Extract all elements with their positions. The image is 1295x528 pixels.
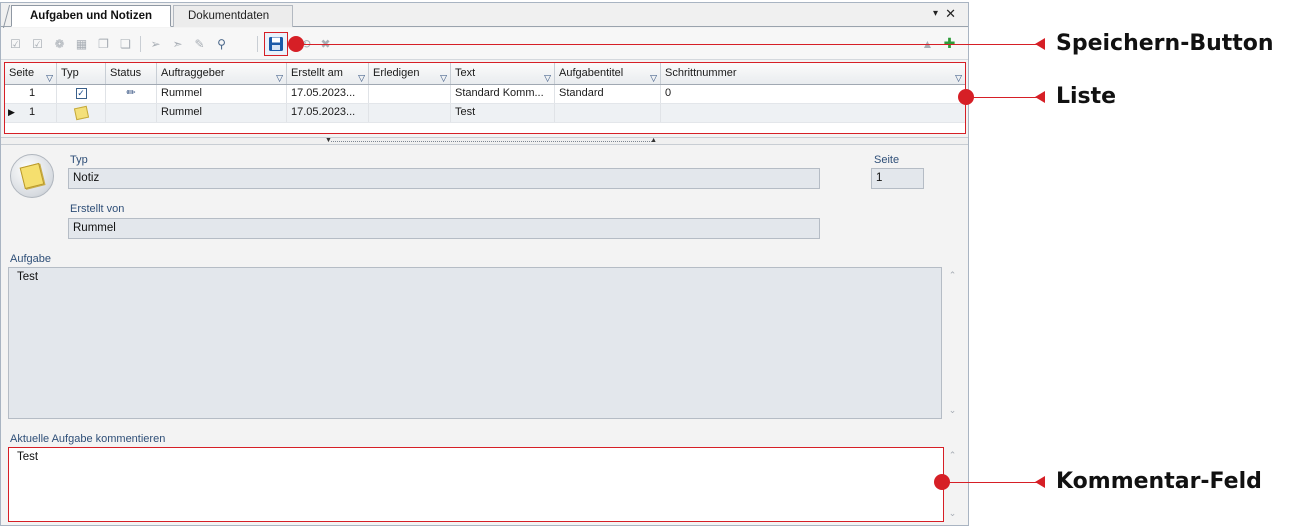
callout-line-speichern — [298, 44, 1042, 45]
aufgabe-label: Aufgabe — [10, 253, 51, 265]
filter-icon[interactable]: ▽ — [544, 68, 551, 84]
column-header-erledigen[interactable]: Erledigen ▽ — [369, 63, 451, 84]
aufgabe-textarea[interactable]: Test — [8, 267, 942, 419]
column-label: Status — [110, 67, 142, 79]
cell-erstellt-am: 17.05.2023... — [287, 104, 369, 122]
column-label: Seite — [9, 67, 35, 79]
task-list: Seite ▽ Typ Status Auftraggeber ▽ Erstellt… — [4, 62, 966, 134]
column-header-aufgabentitel[interactable]: Aufgabentitel ▽ — [555, 63, 661, 84]
cell-status — [106, 104, 157, 122]
column-label: Aufgabentitel — [559, 67, 624, 79]
splitter-grip — [331, 141, 652, 142]
column-header-status[interactable]: Status — [106, 63, 157, 84]
pencil-icon: ✏ — [126, 87, 136, 99]
save-icon — [269, 37, 283, 51]
filter-icon[interactable]: ▽ — [46, 68, 53, 84]
save-button[interactable] — [264, 32, 288, 56]
import-icon[interactable]: ➣ — [169, 35, 186, 52]
task-checkbox-icon: ✓ — [75, 88, 87, 99]
cell-erstellt-am: 17.05.2023... — [287, 85, 369, 103]
column-label: Erledigen — [373, 67, 420, 79]
task-panel-window: Aufgaben und Notizen Dokumentdaten ▾ ✕ ☑… — [0, 2, 969, 526]
typ-field[interactable]: Notiz — [68, 168, 820, 189]
cell-seite: 1 — [5, 85, 57, 103]
cell-status: ✏ — [106, 85, 157, 103]
callout-arrow-kommentar — [1035, 476, 1045, 488]
toolbar-separator — [140, 36, 141, 52]
column-label: Erstellt am — [291, 67, 343, 79]
chevron-down-icon[interactable]: ▾ — [933, 8, 938, 19]
column-label: Typ — [61, 67, 79, 79]
table-row-selected[interactable]: ▶ 1 Rummel 17.05.2023... Test — [5, 104, 965, 123]
toolbar-separator — [257, 36, 258, 52]
filter-icon[interactable]: ▽ — [276, 68, 283, 84]
column-header-typ[interactable]: Typ — [57, 63, 106, 84]
callout-label-kommentar: Kommentar-Feld — [1056, 469, 1262, 494]
export-icon[interactable]: ➢ — [147, 35, 164, 52]
detail-panel: Typ Notiz Seite 1 Erstellt von Rummel Au… — [1, 146, 968, 525]
edit-icon[interactable]: ✎ — [191, 35, 208, 52]
arrow-up-icon[interactable]: ▲ — [650, 137, 657, 144]
note-type-icon — [10, 154, 54, 198]
kommentar-textarea[interactable]: Test — [8, 447, 944, 522]
preview-icon[interactable]: ⚲ — [213, 35, 230, 52]
scroll-down-icon[interactable]: ⌄ — [949, 508, 957, 519]
date-icon[interactable]: ▦ — [73, 35, 90, 52]
tab-dokumentdaten[interactable]: Dokumentdaten — [173, 5, 293, 27]
cell-auftraggeber: Rummel — [157, 104, 287, 122]
callout-line-kommentar — [946, 482, 1042, 483]
aufgabe-scrollbar[interactable]: ⌃ ⌄ — [944, 267, 961, 419]
tab-aufgaben-und-notizen[interactable]: Aufgaben und Notizen — [11, 5, 171, 27]
filter-icon[interactable]: ▽ — [358, 68, 365, 84]
cell-aufgabentitel — [555, 104, 661, 122]
cell-text: Standard Komm... — [451, 85, 555, 103]
column-label: Auftraggeber — [161, 67, 225, 79]
erstellt-von-field[interactable]: Rummel — [68, 218, 820, 239]
column-header-schrittnummer[interactable]: Schrittnummer ▽ — [661, 63, 965, 84]
check-all-icon[interactable]: ☑ — [29, 35, 46, 52]
splitter-handle[interactable]: ▼ ▲ — [1, 137, 968, 145]
seite-field[interactable]: 1 — [871, 168, 924, 189]
scroll-up-icon[interactable]: ⌃ — [949, 270, 957, 281]
column-label: Schrittnummer — [665, 67, 737, 79]
tab-strip: Aufgaben und Notizen Dokumentdaten ▾ ✕ — [1, 3, 968, 27]
cell-aufgabentitel: Standard — [555, 85, 661, 103]
cell-schrittnummer: 0 — [665, 87, 672, 99]
column-header-seite[interactable]: Seite ▽ — [5, 63, 57, 84]
callout-arrow-speichern — [1035, 38, 1045, 50]
column-header-auftraggeber[interactable]: Auftraggeber ▽ — [157, 63, 287, 84]
callout-line-liste — [970, 97, 1042, 98]
table-row[interactable]: 1 ✓ ✏ Rummel 17.05.2023... Standard Komm… — [5, 85, 965, 104]
cell-seite: 1 — [5, 104, 57, 122]
seite-label: Seite — [874, 154, 900, 166]
column-header-text[interactable]: Text ▽ — [451, 63, 555, 84]
callout-arrow-liste — [1035, 91, 1045, 103]
scroll-up-icon[interactable]: ⌃ — [949, 450, 957, 461]
cell-text: Test — [451, 104, 555, 122]
cell-typ — [57, 104, 106, 122]
filter-icon[interactable]: ▽ — [650, 68, 657, 84]
erstellt-von-label: Erstellt von — [70, 203, 125, 215]
cell-schrittnummer — [661, 104, 965, 122]
callout-label-liste: Liste — [1056, 84, 1117, 109]
grid-header: Seite ▽ Typ Status Auftraggeber ▽ Erstellt… — [5, 63, 965, 85]
typ-label: Typ — [70, 154, 88, 166]
copy-icon[interactable]: ❐ — [95, 35, 112, 52]
filter-icon[interactable]: ▽ — [955, 68, 962, 84]
filter-icon[interactable]: ▽ — [440, 68, 447, 84]
cell-typ: ✓ — [57, 85, 106, 103]
tag-icon[interactable]: ❁ — [51, 35, 68, 52]
callout-label-speichern: Speichern-Button — [1056, 31, 1274, 56]
check-icon[interactable]: ☑ — [7, 35, 24, 52]
close-icon[interactable]: ✕ — [945, 6, 956, 22]
column-label: Text — [455, 67, 476, 79]
kommentar-label: Aktuelle Aufgabe kommentieren — [10, 433, 166, 445]
note-icon — [73, 105, 89, 121]
scroll-down-icon[interactable]: ⌄ — [949, 405, 957, 416]
cell-erledigen — [369, 104, 451, 122]
column-header-erstellt-am[interactable]: Erstellt am ▽ — [287, 63, 369, 84]
cell-auftraggeber: Rummel — [157, 85, 287, 103]
cell-erledigen — [369, 85, 451, 103]
copy-forward-icon[interactable]: ❏ — [117, 35, 134, 52]
